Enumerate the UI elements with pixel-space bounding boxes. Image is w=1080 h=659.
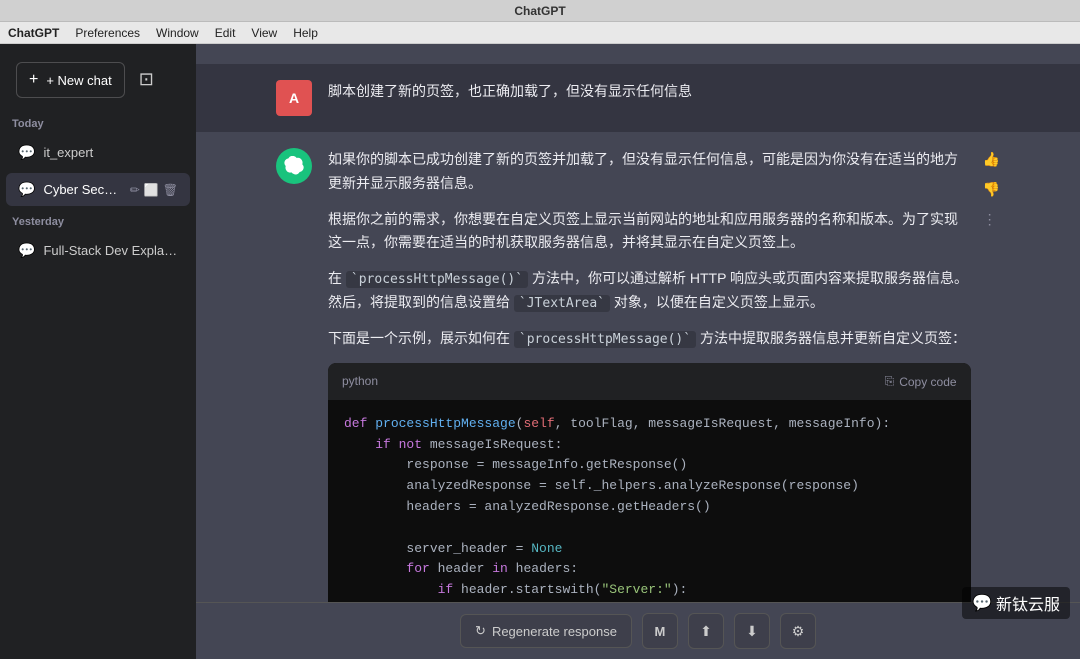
sidebar-item-fullstack-dev[interactable]: 💬 Full-Stack Dev Explanation: [6, 234, 190, 267]
code-header: python ⎘ Copy code: [328, 363, 971, 399]
inline-code-1: `processHttpMessage()`: [346, 271, 528, 288]
menu-app-name: ChatGPT: [8, 26, 59, 40]
chat-item-actions: ✏ ⬜ 🗑: [130, 183, 178, 197]
toolbar-action-m[interactable]: M: [642, 613, 678, 649]
menu-edit[interactable]: Edit: [215, 26, 236, 40]
m-icon: M: [655, 624, 666, 639]
copy-label: Copy code: [899, 375, 956, 389]
wechat-icon: 💬: [972, 593, 992, 613]
menu-help[interactable]: Help: [293, 26, 318, 40]
thumbs-down-icon[interactable]: 👎: [983, 178, 1000, 202]
messages-container: A 脚本创建了新的页签，也正确加载了，但没有显示任何信息 如果你的脚本已成功创建…: [196, 44, 1080, 602]
code-line: server_header = None: [344, 539, 955, 560]
new-chat-label: + New chat: [46, 73, 111, 88]
assistant-para-2: 根据你之前的需求，你想要在自定义页签上显示当前网站的地址和应用服务器的名称和版本…: [328, 208, 971, 256]
regenerate-button[interactable]: ↻ Regenerate response: [460, 614, 632, 648]
code-line: response = messageInfo.getResponse(): [344, 455, 955, 476]
sidebar-toggle-button[interactable]: ⊡: [139, 69, 154, 90]
user-avatar: A: [276, 80, 312, 116]
chat-icon: 💬: [18, 181, 35, 198]
chat-area: A 脚本创建了新的页签，也正确加载了，但没有显示任何信息 如果你的脚本已成功创建…: [196, 44, 1080, 659]
more-options-icon[interactable]: ⋮: [983, 208, 1000, 232]
code-content: def processHttpMessage(self, toolFlag, m…: [328, 400, 971, 602]
chat-item-label: Cyber Security Spe…: [43, 182, 121, 197]
chat-item-label: it_expert: [43, 145, 178, 160]
user-message-content: 脚本创建了新的页签，也正确加载了，但没有显示任何信息: [328, 80, 1000, 116]
bottom-toolbar: ↻ Regenerate response M ⬆ ⬇ ⚙: [196, 602, 1080, 659]
sidebar-item-it-expert[interactable]: 💬 it_expert: [6, 136, 190, 169]
user-message-text: 脚本创建了新的页签，也正确加载了，但没有显示任何信息: [328, 80, 1000, 104]
titlebar-label: ChatGPT: [514, 4, 565, 18]
assistant-message-content: 如果你的脚本已成功创建了新的页签并加载了，但没有显示任何信息，可能是因为你没有在…: [328, 148, 1000, 602]
regenerate-icon: ↻: [475, 623, 486, 639]
titlebar: ChatGPT: [0, 0, 1080, 22]
regenerate-label: Regenerate response: [492, 624, 617, 639]
copy-code-button[interactable]: ⎘ Copy code: [885, 374, 957, 389]
code-line: if not messageIsRequest:: [344, 435, 955, 456]
toolbar-action-settings[interactable]: ⚙: [780, 613, 816, 649]
watermark-text: 新钛云服: [996, 591, 1060, 615]
thumbs-up-icon[interactable]: 👍: [983, 148, 1000, 172]
edit-icon[interactable]: ✏: [130, 183, 140, 197]
inline-code-2: `JTextArea`: [514, 295, 610, 312]
share-icon[interactable]: ⬜: [144, 183, 159, 197]
chat-item-label: Full-Stack Dev Explanation: [43, 243, 178, 258]
assistant-para-3: 在 `processHttpMessage()` 方法中，你可以通过解析 HTT…: [328, 267, 971, 315]
user-message: A 脚本创建了新的页签，也正确加载了，但没有显示任何信息: [196, 64, 1080, 132]
assistant-para-1: 如果你的脚本已成功创建了新的页签并加载了，但没有显示任何信息，可能是因为你没有在…: [328, 148, 971, 196]
upload-icon: ⬆: [700, 623, 712, 640]
plus-icon: +: [29, 71, 38, 89]
code-line: analyzedResponse = self._helpers.analyze…: [344, 476, 955, 497]
assistant-message: 如果你的脚本已成功创建了新的页签并加载了，但没有显示任何信息，可能是因为你没有在…: [196, 132, 1080, 602]
code-language: python: [342, 371, 378, 391]
sidebar-item-cyber-security[interactable]: 💬 Cyber Security Spe… ✏ ⬜ 🗑: [6, 173, 190, 206]
ai-avatar: [276, 148, 312, 184]
watermark: 💬 新钛云服: [962, 587, 1070, 619]
code-line: headers = analyzedResponse.getHeaders(): [344, 497, 955, 518]
code-line: def processHttpMessage(self, toolFlag, m…: [344, 414, 955, 435]
inline-code-3: `processHttpMessage()`: [514, 331, 696, 348]
assistant-para-4: 下面是一个示例，展示如何在 `processHttpMessage()` 方法中…: [328, 327, 971, 351]
new-chat-button[interactable]: + + New chat: [16, 62, 125, 98]
chat-icon: 💬: [18, 242, 35, 259]
copy-icon: ⎘: [885, 374, 895, 389]
section-today: Today: [0, 110, 196, 134]
toolbar-action-download[interactable]: ⬇: [734, 613, 770, 649]
code-line: if header.startswith("Server:"):: [344, 580, 955, 601]
chat-icon: 💬: [18, 144, 35, 161]
delete-icon[interactable]: 🗑: [163, 183, 178, 197]
settings-icon: ⚙: [792, 623, 805, 640]
toolbar-action-upload[interactable]: ⬆: [688, 613, 724, 649]
code-block: python ⎘ Copy code def processHttpMessag…: [328, 363, 971, 602]
code-line-blank: [344, 518, 955, 539]
menu-window[interactable]: Window: [156, 26, 199, 40]
section-yesterday: Yesterday: [0, 208, 196, 232]
menu-view[interactable]: View: [251, 26, 277, 40]
menubar: ChatGPT Preferences Window Edit View Hel…: [0, 22, 1080, 44]
download-icon: ⬇: [746, 623, 758, 640]
sidebar: + + New chat ⊡ Today 💬 it_expert 💬 Cyber…: [0, 44, 196, 659]
code-line: for header in headers:: [344, 559, 955, 580]
menu-preferences[interactable]: Preferences: [75, 26, 140, 40]
